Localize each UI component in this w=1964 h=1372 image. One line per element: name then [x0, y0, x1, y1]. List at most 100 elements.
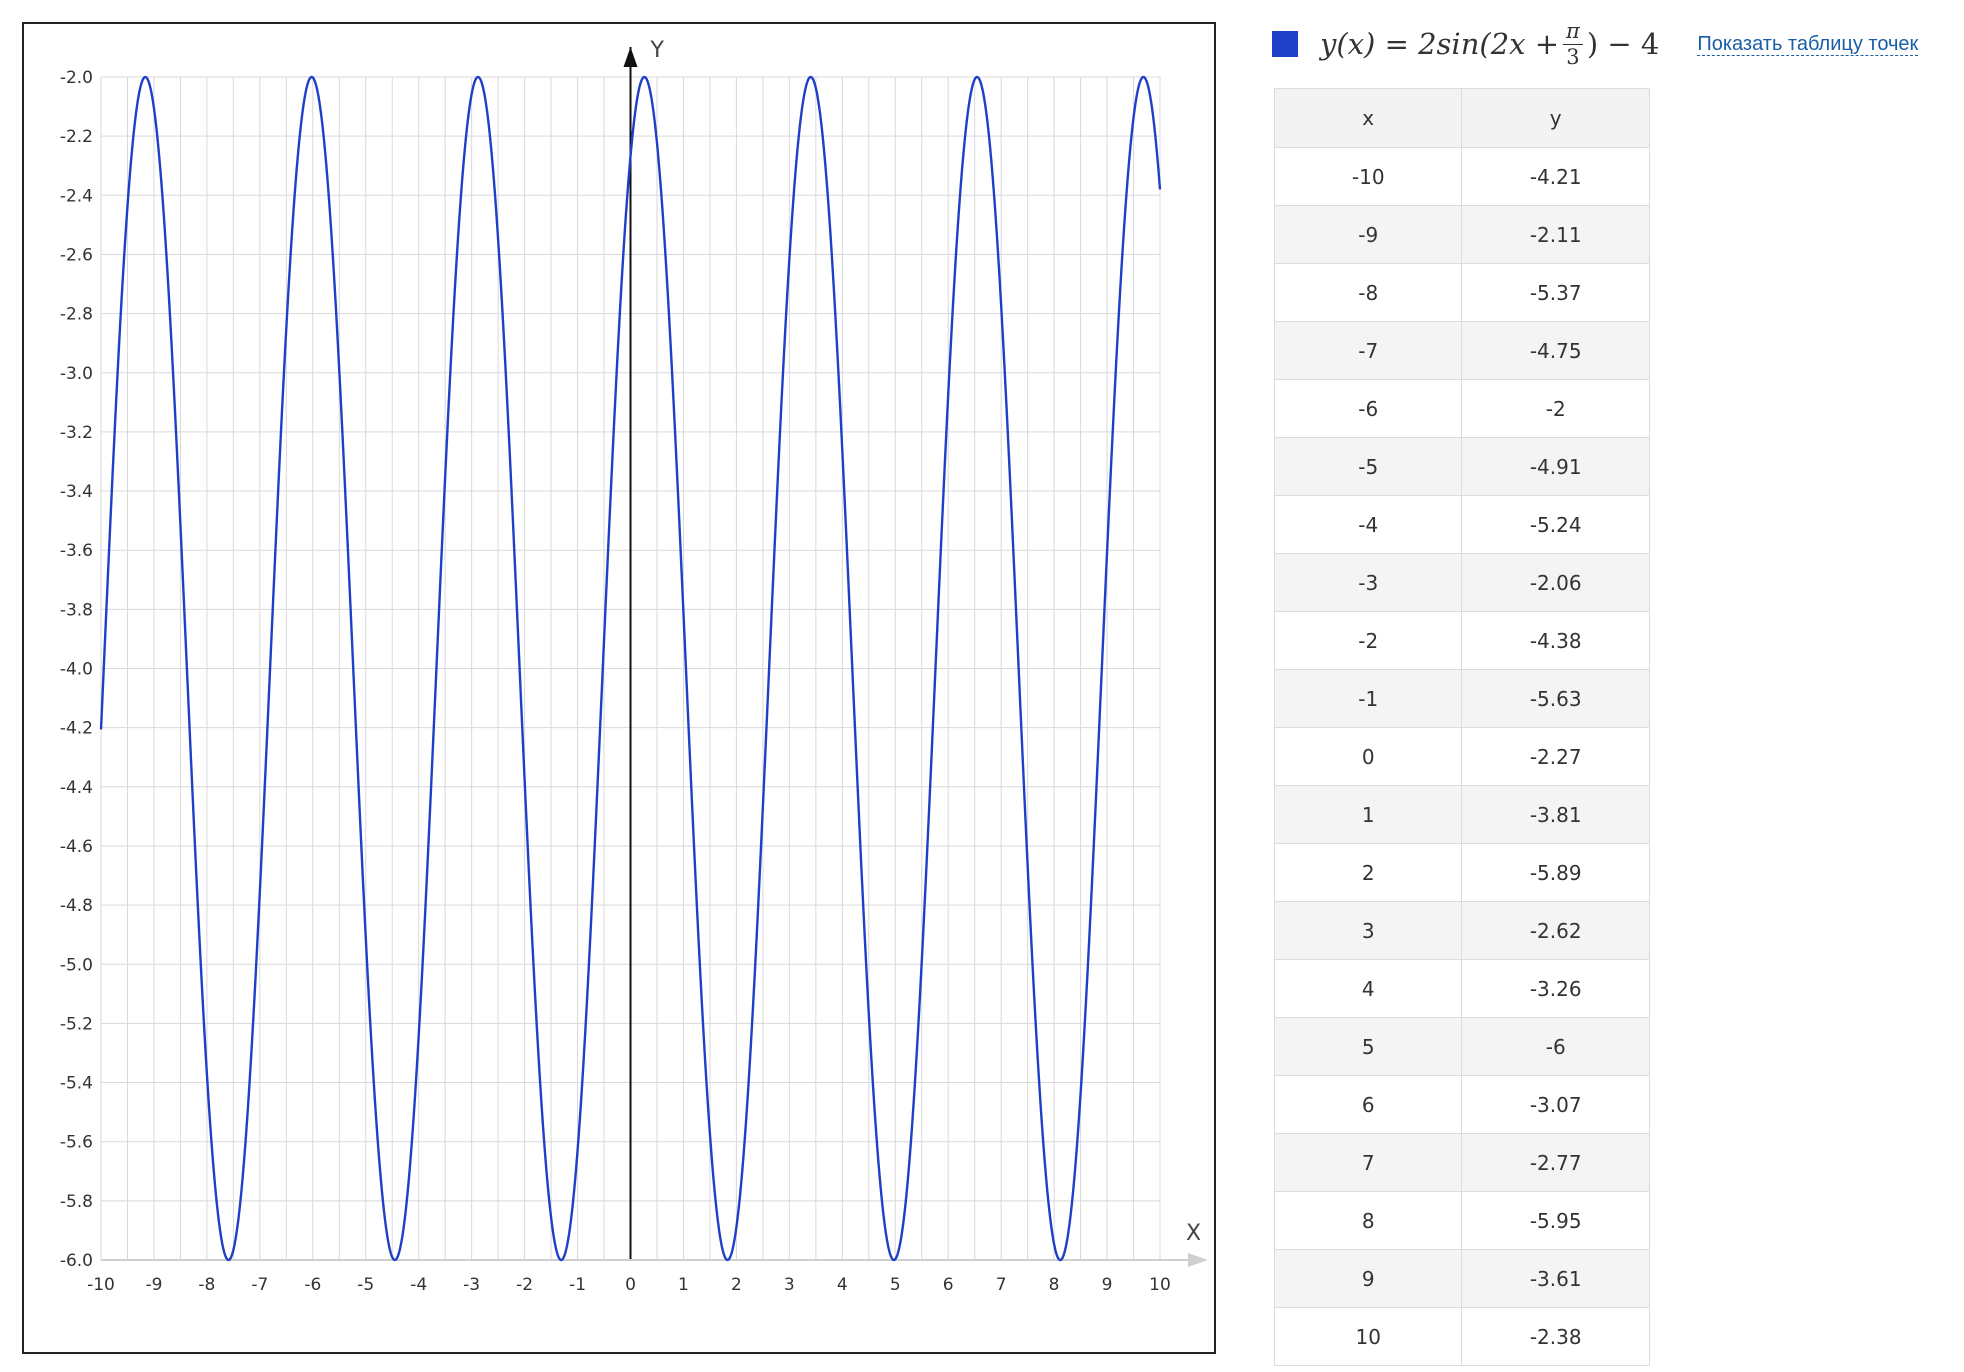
cell-y: -4.38 — [1461, 611, 1650, 670]
table-row: -8 -5.37 — [1273, 263, 1650, 322]
table-row: -9 -2.11 — [1273, 205, 1650, 264]
x-tick-label: 10 — [1149, 1275, 1171, 1295]
x-tick-label: 1 — [678, 1275, 689, 1295]
cell-x: 1 — [1273, 785, 1463, 844]
table-row: -1 -5.63 — [1273, 669, 1650, 728]
cell-y: -2.06 — [1461, 553, 1650, 612]
cell-y: -3.61 — [1461, 1249, 1650, 1308]
x-tick-label: -9 — [145, 1275, 162, 1295]
table-row: -6 -2 — [1273, 379, 1650, 438]
y-tick-label: -2.2 — [60, 127, 93, 147]
table-row: 0 -2.27 — [1273, 727, 1650, 786]
cell-y: -5.63 — [1461, 669, 1650, 728]
y-tick-label: -4.8 — [60, 896, 93, 916]
column-header-x: x — [1273, 88, 1463, 148]
cell-x: 8 — [1273, 1191, 1463, 1250]
cell-x: -8 — [1273, 263, 1463, 322]
y-tick-label: -4.6 — [60, 837, 93, 857]
cell-y: -3.07 — [1461, 1075, 1650, 1134]
x-tick-label: -5 — [357, 1275, 374, 1295]
cell-y: -3.26 — [1461, 959, 1650, 1018]
y-tick-label: -4.4 — [60, 778, 93, 798]
cell-x: -4 — [1273, 495, 1463, 554]
y-tick-label: -5.2 — [60, 1014, 93, 1034]
y-tick-label: -6.0 — [60, 1251, 93, 1271]
cell-x: -10 — [1273, 147, 1463, 206]
x-tick-label: 4 — [837, 1275, 848, 1295]
table-row: 7 -2.77 — [1273, 1133, 1650, 1192]
y-tick-label: -5.0 — [60, 955, 93, 975]
y-tick-label: -3.2 — [60, 423, 93, 443]
x-tick-label: 6 — [943, 1275, 954, 1295]
table-row: -10 -4.21 — [1273, 147, 1650, 206]
table-row: 1 -3.81 — [1273, 785, 1650, 844]
table-row: -3 -2.06 — [1273, 553, 1650, 612]
cell-x: 9 — [1273, 1249, 1463, 1308]
cell-x: 2 — [1273, 843, 1463, 902]
y-tick-label: -3.4 — [60, 482, 93, 502]
cell-y: -2.11 — [1461, 205, 1650, 264]
y-tick-label: -3.6 — [60, 541, 93, 561]
y-tick-label: -4.0 — [60, 660, 93, 680]
cell-x: -2 — [1273, 611, 1463, 670]
cell-x: 10 — [1273, 1307, 1463, 1366]
x-tick-label: 7 — [996, 1275, 1007, 1295]
x-tick-label: -8 — [198, 1275, 215, 1295]
formula-fraction: π 3 — [1563, 18, 1583, 68]
x-axis-arrow — [1188, 1253, 1208, 1267]
cell-y: -5.24 — [1461, 495, 1650, 554]
x-tick-label: 2 — [731, 1275, 742, 1295]
cell-y: -6 — [1461, 1017, 1650, 1076]
y-tick-label: -4.2 — [60, 719, 93, 739]
cell-y: -4.75 — [1461, 321, 1650, 380]
legend-swatch — [1272, 31, 1298, 57]
cell-y: -2.38 — [1461, 1307, 1650, 1366]
cell-x: 3 — [1273, 901, 1463, 960]
y-axis-arrow — [623, 47, 638, 67]
cell-y: -4.21 — [1461, 147, 1650, 206]
x-tick-label: 0 — [625, 1275, 636, 1295]
cell-x: -3 — [1273, 553, 1463, 612]
table-row: -7 -4.75 — [1273, 321, 1650, 380]
formula-numerator: π — [1566, 18, 1580, 43]
column-header-y: y — [1461, 88, 1650, 148]
table-body: -10 -4.21 -9 -2.11 -8 -5.37 -7 -4.75 -6 -2 -5 -4.91… — [1273, 147, 1650, 1366]
y-tick-label: -2.4 — [60, 186, 93, 206]
table-row: 10 -2.38 — [1273, 1307, 1650, 1366]
x-tick-label: -2 — [516, 1275, 533, 1295]
x-tick-label: 3 — [784, 1275, 795, 1295]
x-tick-label: -3 — [463, 1275, 480, 1295]
x-tick-label: -10 — [87, 1275, 115, 1295]
show-table-link[interactable]: Показать таблицу точек — [1697, 33, 1919, 56]
cell-y: -2 — [1461, 379, 1650, 438]
cell-y: -5.89 — [1461, 843, 1650, 902]
cell-x: -1 — [1273, 669, 1463, 728]
y-axis-label: Y — [650, 38, 665, 63]
table-row: -2 -4.38 — [1273, 611, 1650, 670]
table-row: 8 -5.95 — [1273, 1191, 1650, 1250]
function-chart: Y X -2.0 -2.2 -2.4 -2.6 -2.8 -3.0 -3.2 -3.4 -3.6 -3… — [60, 38, 1208, 1295]
table-row: 4 -3.26 — [1273, 959, 1650, 1018]
cell-x: -6 — [1273, 379, 1463, 438]
y-tick-label: -3.0 — [60, 364, 93, 384]
cell-y: -2.27 — [1461, 727, 1650, 786]
cell-x: -7 — [1273, 321, 1463, 380]
y-tick-label: -5.6 — [60, 1133, 93, 1153]
cell-x: 0 — [1273, 727, 1463, 786]
table-row: 2 -5.89 — [1273, 843, 1650, 902]
cell-x: -9 — [1273, 205, 1463, 264]
table-row: -5 -4.91 — [1273, 437, 1650, 496]
cell-y: -4.91 — [1461, 437, 1650, 496]
table-row: 6 -3.07 — [1273, 1075, 1650, 1134]
table-row: 9 -3.61 — [1273, 1249, 1650, 1308]
cell-y: -5.37 — [1461, 263, 1650, 322]
table-row: -4 -5.24 — [1273, 495, 1650, 554]
y-tick-label: -3.8 — [60, 600, 93, 620]
y-tick-label: -2.0 — [60, 68, 93, 88]
plot-frame: Y X -2.0 -2.2 -2.4 -2.6 -2.8 -3.0 -3.2 -3.4 -3.6 -3… — [22, 22, 1216, 1354]
x-axis-label: X — [1186, 1221, 1201, 1246]
formula-left: y(x) = 2sin(2x + — [1320, 27, 1560, 61]
y-tick-label: -5.8 — [60, 1192, 93, 1212]
cell-y: -5.95 — [1461, 1191, 1650, 1250]
x-tick-label: -7 — [251, 1275, 268, 1295]
